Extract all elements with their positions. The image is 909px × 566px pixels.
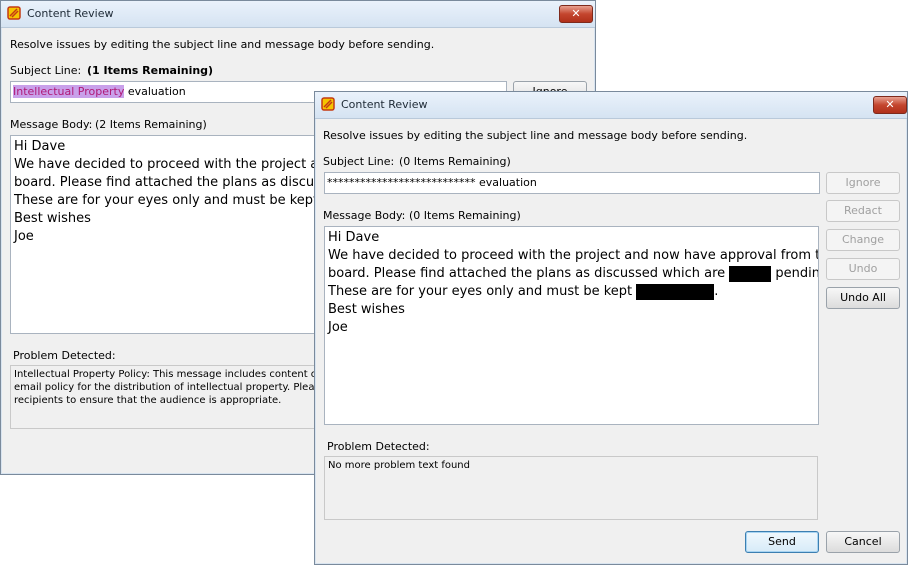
instruction-text: Resolve issues by editing the subject li…	[323, 129, 748, 142]
subject-input[interactable]: *************************** evaluation	[324, 172, 820, 194]
close-icon: ✕	[571, 7, 581, 20]
close-button[interactable]: ✕	[559, 5, 593, 23]
subject-text: evaluation	[124, 85, 186, 98]
cancel-button[interactable]: Cancel	[826, 531, 900, 553]
body-line: These are for your eyes only and must be…	[328, 283, 815, 301]
problem-label: Problem Detected:	[13, 349, 116, 362]
send-button[interactable]: Send	[745, 531, 819, 553]
body-label: Message Body:	[10, 118, 93, 131]
body-text: board. Please find attached the plans as…	[328, 266, 730, 281]
title-bar: Content Review ✕	[1, 1, 595, 28]
content-review-window-front: Content Review ✕ Resolve issues by editi…	[314, 91, 908, 565]
body-line: Joe	[14, 229, 34, 244]
problem-line: Intellectual Property Policy: This messa…	[14, 369, 318, 380]
content-review-icon	[321, 97, 335, 111]
undo-all-button[interactable]: Undo All	[826, 287, 900, 309]
message-body-input[interactable]: Hi Dave We have decided to proceed with …	[324, 226, 819, 425]
change-button[interactable]: Change	[826, 229, 900, 251]
content-review-icon	[7, 6, 21, 20]
problem-line: email policy for the distribution of int…	[14, 382, 318, 393]
subject-label: Subject Line:	[10, 64, 82, 77]
body-text: These are for your eyes only and must be…	[328, 284, 637, 299]
problem-text-box: Intellectual Property Policy: This messa…	[10, 365, 318, 429]
problem-line: No more problem text found	[328, 460, 470, 471]
body-text: .	[714, 284, 719, 299]
ignore-button[interactable]: Ignore	[826, 172, 900, 194]
redact-button[interactable]: Redact	[826, 200, 900, 222]
body-line: Best wishes	[328, 302, 405, 317]
title-bar: Content Review ✕	[315, 92, 907, 119]
problem-line: recipients to ensure that the audience i…	[14, 395, 282, 406]
body-line: Hi Dave	[14, 139, 66, 154]
instruction-text: Resolve issues by editing the subject li…	[10, 38, 435, 51]
redacted-block[interactable]	[636, 283, 715, 300]
body-line: These are for your eyes only and must be…	[14, 193, 318, 208]
body-line: board. Please find attached the plans as…	[328, 265, 818, 283]
body-line: We have decided to proceed with the proj…	[328, 248, 819, 263]
flagged-term[interactable]: Intellectual Property	[13, 85, 125, 98]
body-line: Best wishes	[14, 211, 91, 226]
message-body-input[interactable]: Hi Dave We have decided to proceed with …	[10, 135, 318, 334]
window-title: Content Review	[341, 98, 428, 111]
body-label: Message Body:	[323, 209, 406, 222]
subject-remaining: (1 Items Remaining)	[87, 64, 214, 77]
problem-text-box: No more problem text found	[324, 456, 818, 520]
body-remaining: (2 Items Remaining)	[95, 118, 207, 131]
body-line: Joe	[328, 320, 348, 335]
close-button[interactable]: ✕	[873, 96, 907, 114]
close-icon: ✕	[885, 98, 895, 111]
body-line: board. Please find attached the plans as…	[14, 175, 318, 190]
redacted-block[interactable]	[729, 265, 772, 282]
subject-label: Subject Line:	[323, 155, 395, 168]
body-line: Hi Dave	[328, 230, 380, 245]
problem-label: Problem Detected:	[327, 440, 430, 453]
subject-remaining: (0 Items Remaining)	[399, 155, 511, 168]
subject-text: *************************** evaluation	[327, 176, 537, 189]
body-line: We have decided to proceed with the proj…	[14, 157, 318, 172]
undo-button[interactable]: Undo	[826, 258, 900, 280]
body-remaining: (0 Items Remaining)	[409, 209, 521, 222]
body-text: pending..	[775, 266, 819, 281]
window-title: Content Review	[27, 7, 114, 20]
